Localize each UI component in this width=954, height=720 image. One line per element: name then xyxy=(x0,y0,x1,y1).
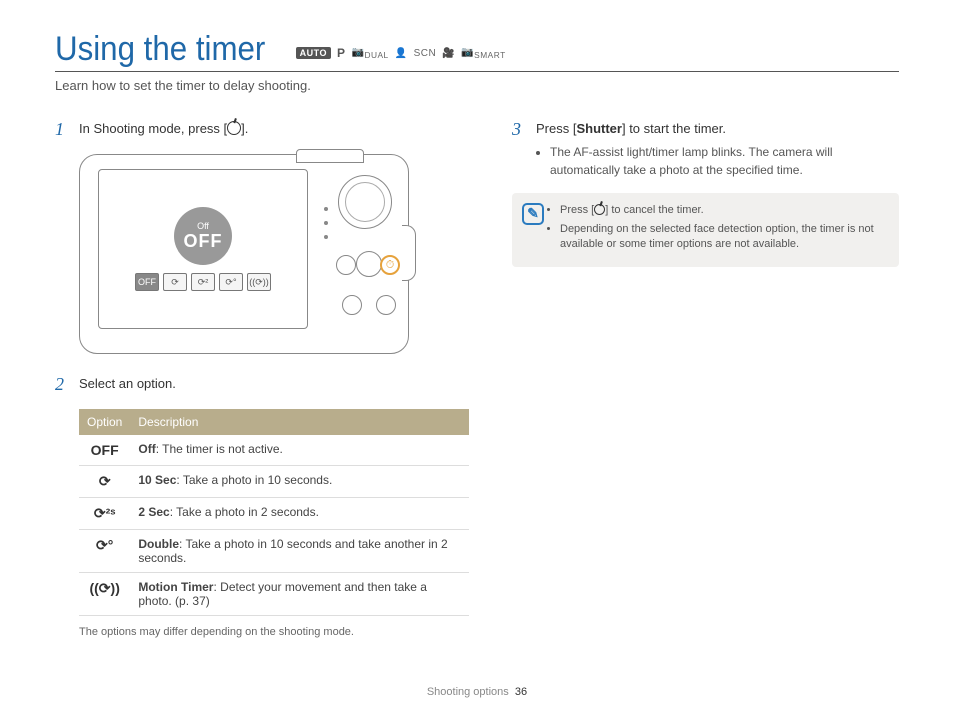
mode-dual-badge: 📷DUAL xyxy=(352,47,389,60)
timer-icon xyxy=(227,121,241,135)
camera-illustration: Off OFF OFF ⟳ ⟳² ⟳° ((⟳)) xyxy=(79,154,409,354)
option-off-icon: OFF xyxy=(79,435,130,466)
step-3-bullet: The AF-assist light/timer lamp blinks. T… xyxy=(550,143,899,179)
mode-portrait-icon: 👤 xyxy=(395,48,408,59)
note-icon: ✎ xyxy=(522,203,544,225)
option-10sec-icon: ⟳ xyxy=(79,466,130,498)
step-1-text: In Shooting mode, press []. xyxy=(79,119,442,140)
option-2sec-icon: ⟳²ˢ xyxy=(79,498,130,530)
camera-timer-button-highlight xyxy=(380,255,400,275)
lcd-option-off: OFF xyxy=(135,273,159,291)
options-table: Option Description OFF Off: The timer is… xyxy=(79,409,469,616)
mode-badges: AUTO P 📷DUAL 👤 SCN 🎥 📷SMART xyxy=(296,46,506,60)
step-2-text: Select an option. xyxy=(79,374,442,395)
camera-nav-pad xyxy=(356,251,382,277)
camera-left-button xyxy=(336,255,356,275)
step-3-text: Press [Shutter] to start the timer. The … xyxy=(536,119,899,179)
option-double-icon: ⟳° xyxy=(79,530,130,573)
camera-lcd: Off OFF OFF ⟳ ⟳² ⟳° ((⟳)) xyxy=(98,169,308,329)
step-3-number: 3 xyxy=(512,119,526,179)
timer-icon xyxy=(594,204,605,215)
page-header: Using the timer AUTO P 📷DUAL 👤 SCN 🎥 📷SM… xyxy=(55,30,899,72)
mode-auto-badge: AUTO xyxy=(296,47,331,59)
step-1: 1 In Shooting mode, press []. xyxy=(55,119,442,140)
right-column: 3 Press [Shutter] to start the timer. Th… xyxy=(512,119,899,638)
table-row: OFF Off: The timer is not active. xyxy=(79,435,469,466)
step-3: 3 Press [Shutter] to start the timer. Th… xyxy=(512,119,899,179)
table-row: ⟳²ˢ 2 Sec: Take a photo in 2 seconds. xyxy=(79,498,469,530)
mode-video-icon: 🎥 xyxy=(442,48,455,59)
footer-section: Shooting options xyxy=(427,686,509,698)
mode-scn-badge: SCN xyxy=(414,48,437,59)
step-2-number: 2 xyxy=(55,374,69,395)
lcd-icon-row: OFF ⟳ ⟳² ⟳° ((⟳)) xyxy=(135,273,271,291)
page-subtitle: Learn how to set the timer to delay shoo… xyxy=(55,78,899,93)
options-table-note: The options may differ depending on the … xyxy=(79,626,442,638)
lcd-option-2sec: ⟳² xyxy=(191,273,215,291)
lcd-option-motion: ((⟳)) xyxy=(247,273,271,291)
mode-p-badge: P xyxy=(337,46,346,60)
table-row: ⟳° Double: Take a photo in 10 seconds an… xyxy=(79,530,469,573)
left-column: 1 In Shooting mode, press []. Off OFF OF… xyxy=(55,119,442,638)
footer-page-number: 36 xyxy=(515,686,527,698)
camera-bottom-left-button xyxy=(342,295,362,315)
step-1-number: 1 xyxy=(55,119,69,140)
lcd-option-double: ⟳° xyxy=(219,273,243,291)
page-footer: Shooting options 36 xyxy=(0,686,954,698)
lcd-option-10sec: ⟳ xyxy=(163,273,187,291)
options-header-option: Option xyxy=(79,409,130,435)
camera-bottom-right-button xyxy=(376,295,396,315)
options-header-description: Description xyxy=(130,409,469,435)
table-row: ⟳ 10 Sec: Take a photo in 10 seconds. xyxy=(79,466,469,498)
mode-smart-badge: 📷SMART xyxy=(461,47,505,60)
note-box: ✎ Press [] to cancel the timer. Dependin… xyxy=(512,193,899,267)
step-2: 2 Select an option. xyxy=(55,374,442,395)
lcd-off-indicator: Off OFF xyxy=(174,207,232,265)
table-row: ((⟳)) Motion Timer: Detect your movement… xyxy=(79,573,469,616)
note-bullet-1: Press [] to cancel the timer. xyxy=(560,203,887,218)
note-bullet-2: Depending on the selected face detection… xyxy=(560,222,887,253)
page-title: Using the timer xyxy=(55,30,265,69)
camera-mode-dial xyxy=(338,175,392,229)
option-motion-icon: ((⟳)) xyxy=(79,573,130,616)
